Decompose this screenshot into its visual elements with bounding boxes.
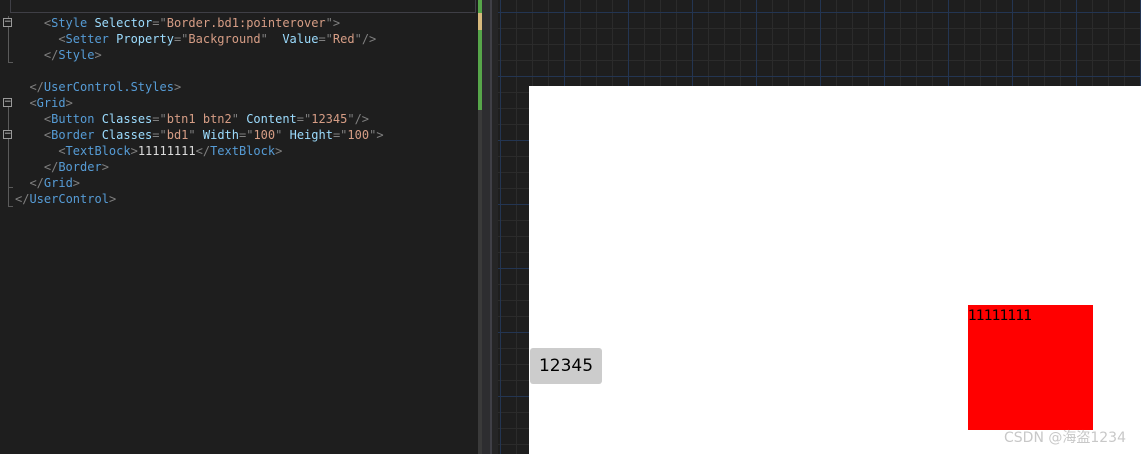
code-line[interactable]: </UserControl> <box>15 191 116 207</box>
code-token-tag: Style <box>51 16 88 30</box>
code-token-tag: Setter <box>65 32 109 46</box>
code-token-tag: Grid <box>43 176 73 190</box>
preview-border-bd1[interactable]: 11111111 <box>968 305 1093 430</box>
code-token-val: 12345 <box>311 112 348 126</box>
code-token-punct: "> <box>369 128 384 142</box>
design-preview-pane[interactable]: 12345 11111111 <box>498 0 1141 454</box>
code-token-tag: Border <box>58 160 102 174</box>
code-token-val: 100 <box>347 128 370 142</box>
code-token-tag: Style <box>58 48 95 62</box>
outline-line <box>8 107 9 187</box>
code-token-punct: =" <box>296 112 312 126</box>
code-token-punct: </ <box>43 160 59 174</box>
code-token-punct: > <box>108 192 117 206</box>
outline-tick <box>8 62 13 63</box>
code-token-punct: " <box>231 112 239 126</box>
code-token-attr: Selector <box>87 16 153 30</box>
code-token-punct: </ <box>15 192 30 206</box>
code-token-punct: </ <box>29 80 44 94</box>
code-token-punct: "/> <box>354 32 377 46</box>
code-token-punct: =" <box>332 128 348 142</box>
code-token-val: Red <box>332 32 355 46</box>
code-token-punct: =" <box>152 128 167 142</box>
code-token-punct: =" <box>239 128 254 142</box>
fold-toggle-icon[interactable]: − <box>3 18 12 27</box>
code-line[interactable]: <Grid> <box>29 95 72 111</box>
code-token-punct: < <box>58 32 66 46</box>
code-editor[interactable]: − − − <Style Selector="Border.bd1:pointe… <box>0 0 478 454</box>
code-token-punct: =" <box>318 32 333 46</box>
code-line[interactable]: </Style> <box>44 47 102 63</box>
code-token-tag: UserControl <box>29 192 109 206</box>
fold-toggle-icon[interactable]: − <box>3 130 12 139</box>
code-line[interactable]: <Button Classes="btn1 btn2" Content="123… <box>44 111 369 127</box>
code-token-val: bd1 <box>166 128 189 142</box>
code-token-punct: "> <box>325 16 341 30</box>
code-token-punct: > <box>72 176 81 190</box>
usercontrol-canvas: 12345 11111111 <box>529 86 1141 454</box>
code-token-val: 100 <box>253 128 276 142</box>
code-token-punct: " <box>260 32 283 46</box>
code-line[interactable]: </UserControl.Styles> <box>29 79 181 95</box>
code-token-punct: > <box>130 144 138 158</box>
code-token-punct: > <box>173 80 182 94</box>
code-token-attr: Classes <box>94 112 153 126</box>
pane-splitter[interactable] <box>482 0 490 454</box>
code-token-punct: < <box>58 144 66 158</box>
editor-navigation-bar[interactable] <box>10 0 476 13</box>
code-token-punct: "/> <box>347 112 370 126</box>
code-token-val: Border.bd1:pointerover <box>166 16 326 30</box>
code-token-punct: =" <box>152 112 167 126</box>
code-token-attr: Property <box>108 32 174 46</box>
code-token-punct: > <box>275 144 283 158</box>
code-token-tag: Border <box>51 128 95 142</box>
code-token-punct: =" <box>173 32 189 46</box>
code-line[interactable]: <Setter Property="Background" Value="Red… <box>58 31 376 47</box>
preview-button-12345[interactable]: 12345 <box>530 348 602 384</box>
code-token-punct: </ <box>29 176 44 190</box>
code-token-punct: </ <box>43 48 59 62</box>
code-line[interactable]: <Style Selector="Border.bd1:pointerover"… <box>44 15 340 31</box>
code-line[interactable]: </Border> <box>44 159 109 175</box>
code-token-tag: Button <box>51 112 95 126</box>
code-token-tag: TextBlock <box>210 144 276 158</box>
code-token-tag: Grid <box>36 96 66 110</box>
fold-toggle-icon[interactable]: − <box>3 98 12 107</box>
code-token-val: btn1 btn2 <box>166 112 232 126</box>
code-token-attr: Value <box>282 32 319 46</box>
code-token-punct: > <box>94 48 102 62</box>
code-token-text: 11111111 <box>137 144 196 158</box>
code-token-punct: " <box>188 128 196 142</box>
code-token-punct: </ <box>195 144 211 158</box>
outline-tick <box>8 206 13 207</box>
csdn-watermark: CSDN @海盗1234 <box>1004 430 1126 446</box>
code-token-punct: > <box>101 160 109 174</box>
code-token-val: Background <box>188 32 261 46</box>
code-token-punct: > <box>65 96 73 110</box>
code-token-tag: TextBlock <box>65 144 131 158</box>
code-line[interactable]: <TextBlock>11111111</TextBlock> <box>58 143 282 159</box>
code-token-punct: < <box>29 96 37 110</box>
code-line[interactable]: </Grid> <box>29 175 80 191</box>
code-token-attr: Classes <box>94 128 153 142</box>
code-token-tag: UserControl.Styles <box>43 80 174 94</box>
code-token-attr: Height <box>282 128 333 142</box>
code-token-punct: =" <box>152 16 167 30</box>
preview-textblock: 11111111 <box>968 308 1032 324</box>
outline-line <box>8 187 9 207</box>
code-token-attr: Content <box>238 112 297 126</box>
code-token-attr: Width <box>195 128 239 142</box>
code-line[interactable]: <Border Classes="bd1" Width="100" Height… <box>44 127 384 143</box>
